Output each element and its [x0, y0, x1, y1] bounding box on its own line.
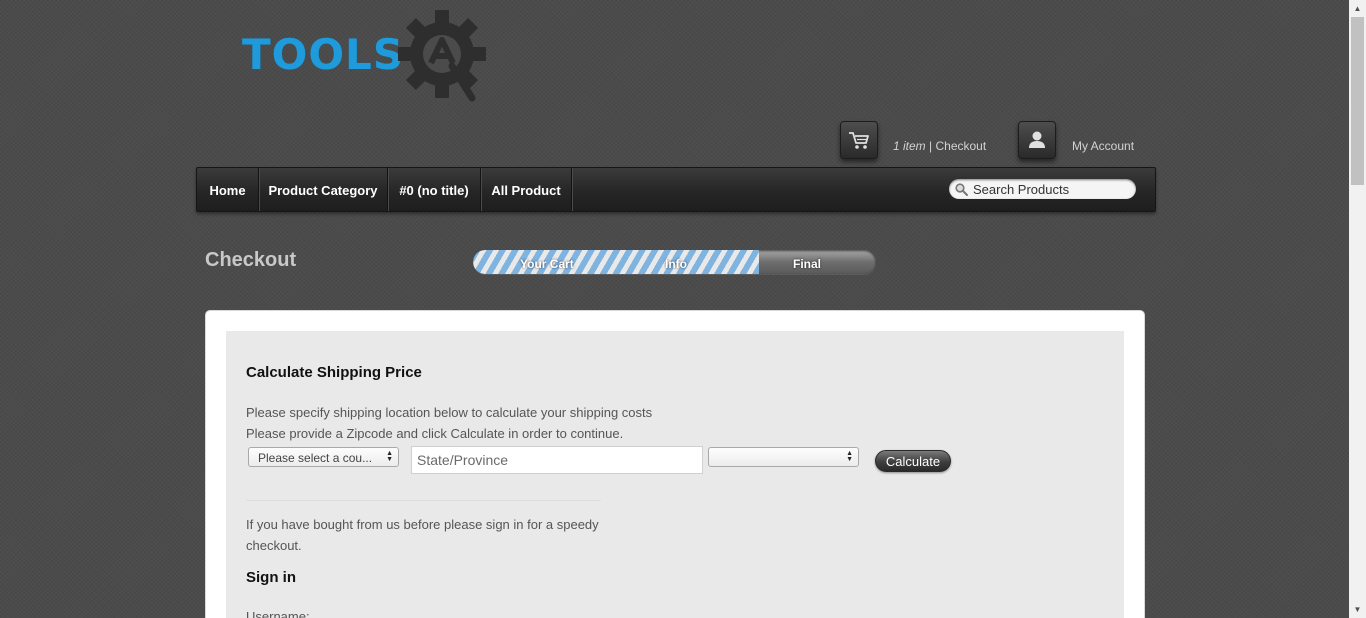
shipping-instructions-2: Please provide a Zipcode and click Calcu… [246, 426, 624, 441]
my-account-link[interactable]: My Account [1072, 139, 1134, 153]
progress-fill [473, 250, 760, 274]
cart-icon [849, 132, 869, 149]
checkout-content: Calculate Shipping Price Please specify … [226, 331, 1124, 618]
account-button[interactable] [1018, 121, 1056, 159]
cart-separator: | [925, 139, 936, 153]
page-title: Checkout [205, 249, 297, 271]
nav-product-category[interactable]: Product Category [259, 168, 388, 211]
cart-count[interactable]: 1 item [893, 139, 926, 153]
page-scrollbar[interactable]: ▲ ▼ [1349, 0, 1366, 618]
checkout-panel: Calculate Shipping Price Please specify … [205, 310, 1145, 618]
nav-no-title[interactable]: #0 (no title) [388, 168, 481, 211]
search-box [949, 179, 1136, 199]
scroll-up-icon[interactable]: ▲ [1349, 0, 1366, 17]
cart-button[interactable] [840, 121, 878, 159]
checkout-progress: Your Cart Info Final [473, 250, 876, 274]
signin-intro: If you have bought from us before please… [246, 517, 599, 553]
calculate-button[interactable]: Calculate [875, 450, 951, 472]
signin-title: Sign in [246, 569, 296, 586]
state-province-input[interactable] [411, 446, 703, 474]
user-icon [1029, 131, 1045, 148]
checkout-link[interactable]: Checkout [935, 139, 986, 153]
scroll-down-icon[interactable]: ▼ [1349, 601, 1366, 618]
select-arrows-icon: ▲ ▼ [846, 450, 853, 463]
search-input[interactable] [973, 181, 1131, 197]
search-icon [955, 183, 968, 196]
step-your-cart: Your Cart [520, 257, 574, 271]
divider [246, 500, 601, 501]
cart-summary: 1 item | Checkout [893, 139, 986, 153]
shipping-title: Calculate Shipping Price [246, 364, 422, 381]
nav-home[interactable]: Home [197, 168, 259, 211]
select-arrows-icon: ▲ ▼ [386, 450, 393, 463]
step-final: Final [793, 257, 822, 271]
country-select[interactable]: Please select a cou... ▲ ▼ [248, 447, 399, 467]
nav-all-product[interactable]: All Product [481, 168, 572, 211]
scroll-thumb[interactable] [1351, 17, 1364, 185]
site-logo[interactable]: TOOLS [240, 8, 492, 102]
main-nav: Home Product Category #0 (no title) All … [196, 167, 1156, 212]
step-info: Info [665, 257, 687, 271]
gear-icon [398, 10, 486, 102]
zipcode-select[interactable]: ▲ ▼ [708, 447, 859, 467]
shipping-instructions-1: Please specify shipping location below t… [246, 405, 653, 420]
logo-text: TOOLS [242, 30, 405, 79]
username-label: Username: [246, 609, 310, 618]
country-select-value: Please select a cou... [258, 451, 373, 465]
